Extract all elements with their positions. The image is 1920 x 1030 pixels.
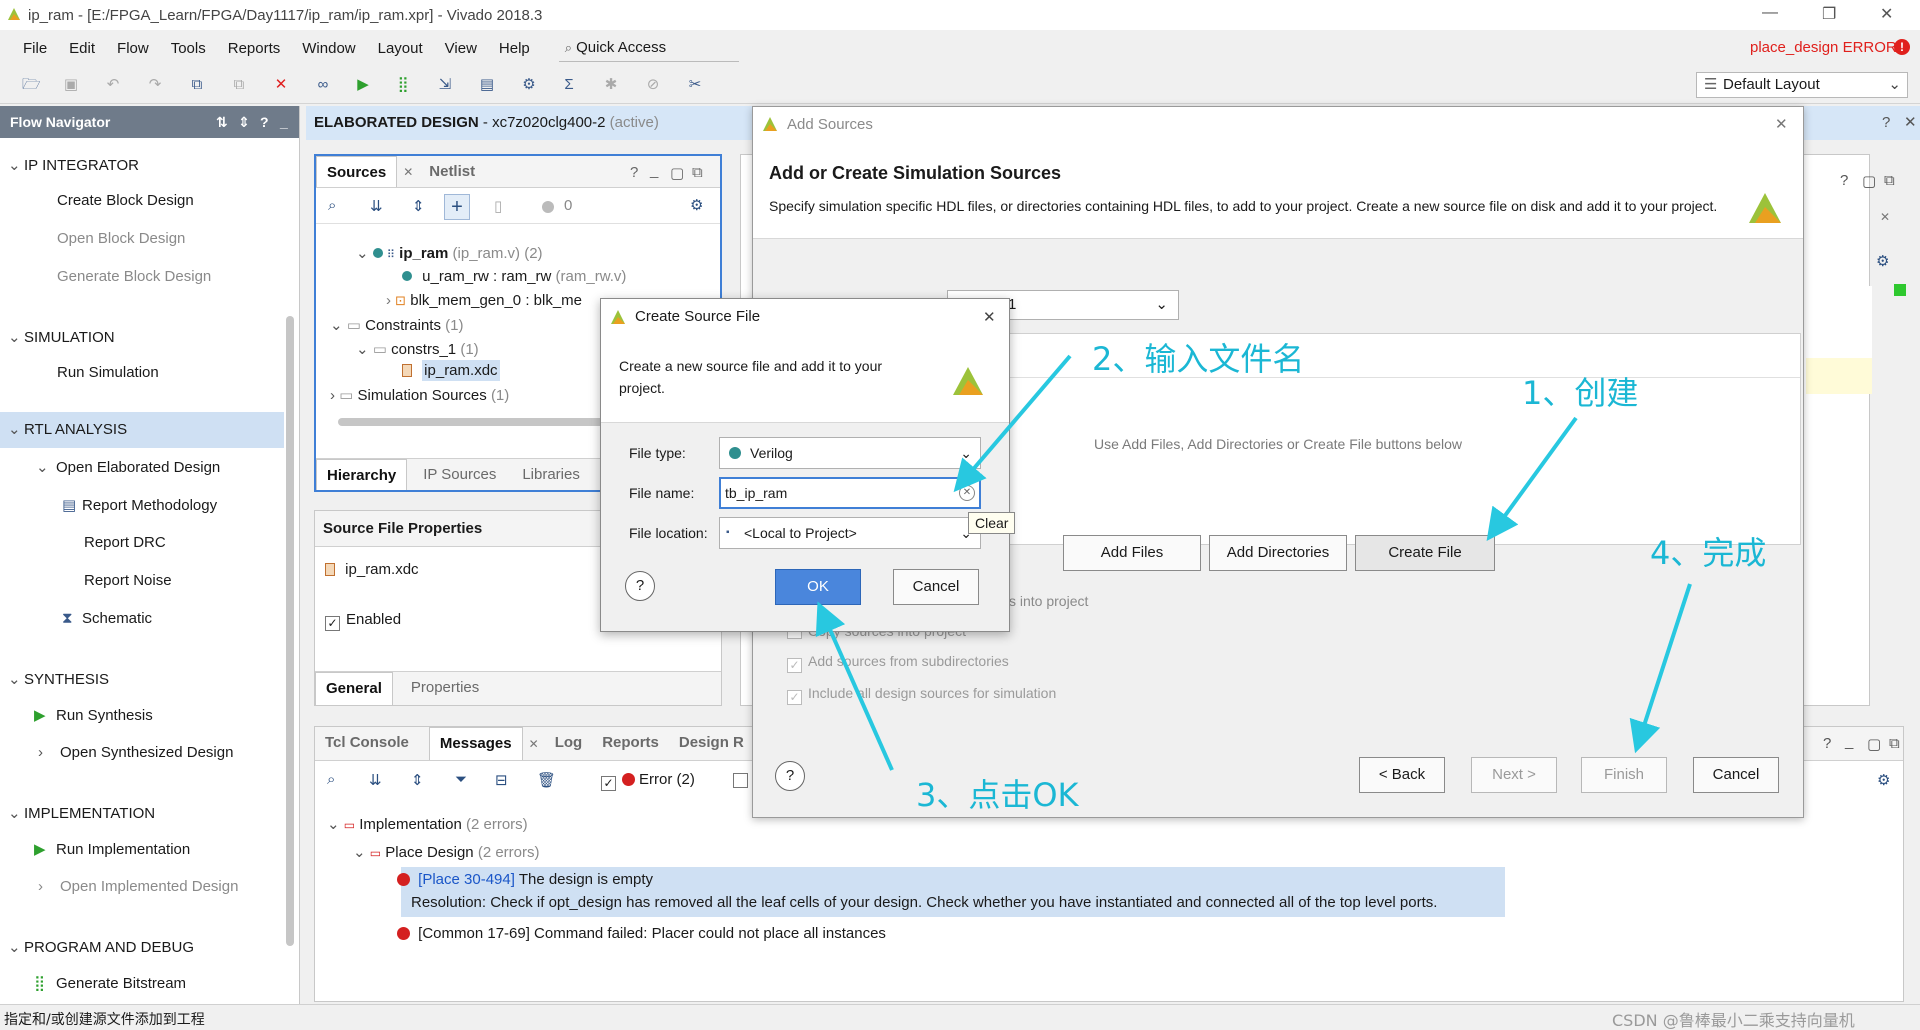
arrow-step-4 [1629, 583, 1692, 754]
annotation-arrows [815, 354, 1692, 771]
arrow-step-1 [1486, 416, 1578, 541]
status-bar: 指定和/或创建源文件添加到工程 CSDN @鲁棒最小二乘支持向量机 [0, 1004, 1920, 1030]
arrow-step-3 [815, 601, 894, 771]
watermark-text: CSDN @鲁棒最小二乘支持向量机 [1612, 1011, 1855, 1030]
arrow-step-2 [953, 354, 1072, 493]
status-text: 指定和/或创建源文件添加到工程 [4, 1012, 205, 1028]
